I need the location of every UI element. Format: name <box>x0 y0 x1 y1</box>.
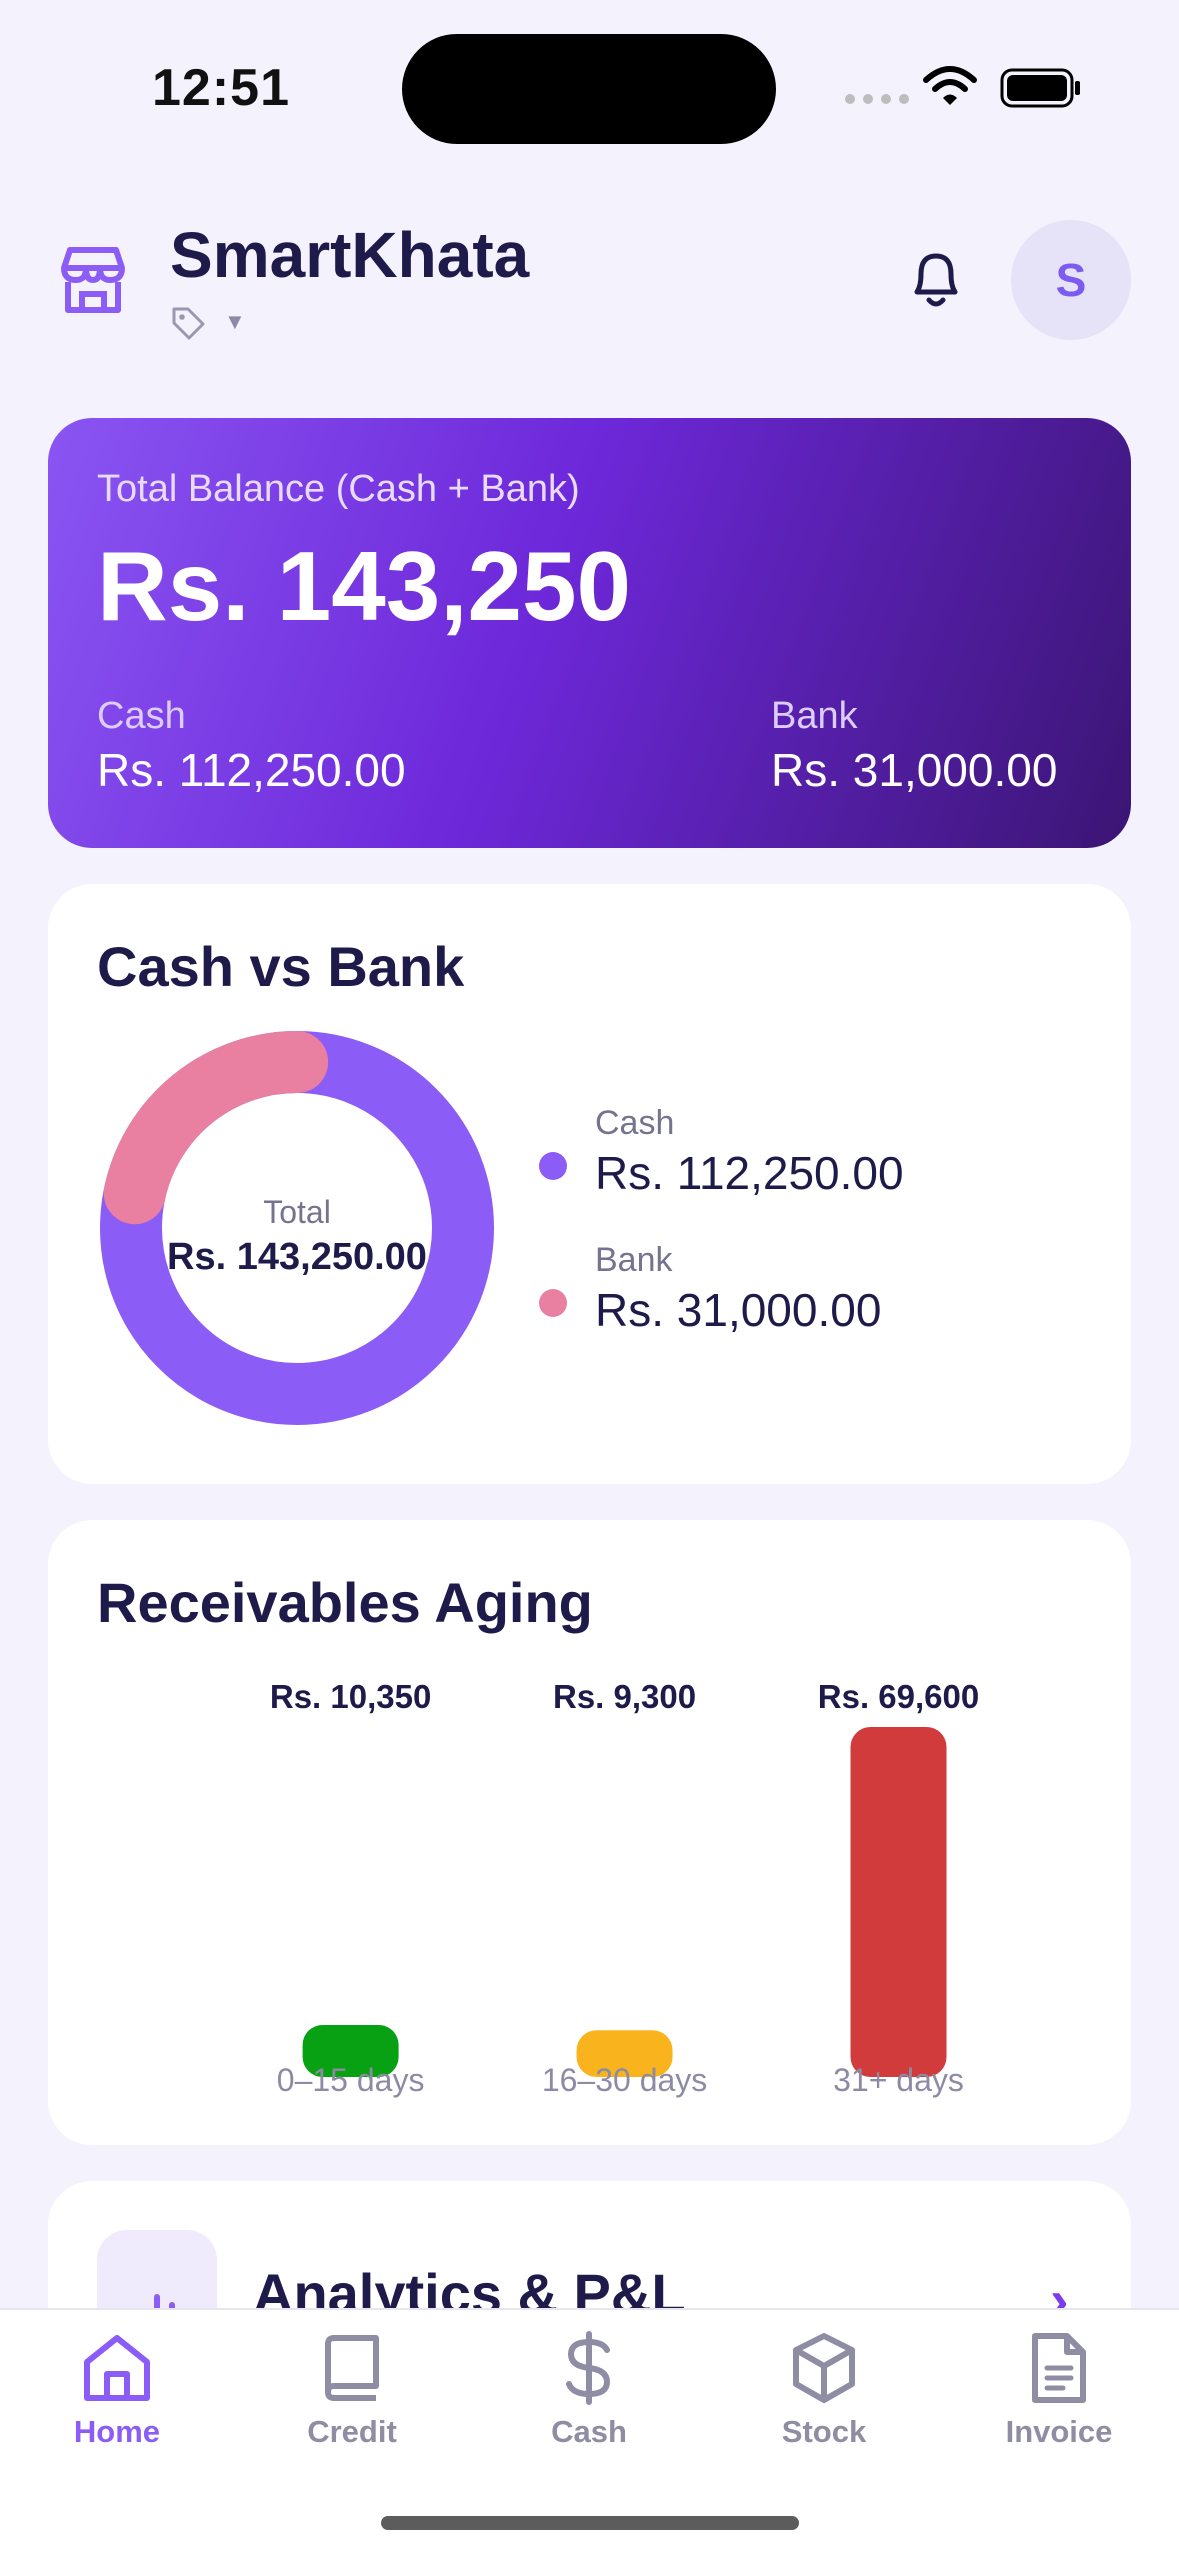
receivables-aging-card: Receivables Aging Rs. 10,350 0–15 days Rs.… <box>48 1520 1131 2145</box>
aging-bar-value-label: Rs. 69,600 <box>818 1678 979 1715</box>
home-indicator <box>381 2516 799 2530</box>
cash-value: Rs. 112,250.00 <box>97 744 406 796</box>
chevron-down-icon[interactable]: ▼ <box>224 309 246 335</box>
bell-icon[interactable] <box>905 246 967 312</box>
aging-bar-category-label: 31+ days <box>833 2062 964 2098</box>
dynamic-island <box>402 34 776 144</box>
nav-invoice-label: Invoice <box>1005 2414 1113 2449</box>
home-icon <box>84 2335 150 2401</box>
aging-bar-category-label: 16–30 days <box>542 2062 707 2098</box>
book-icon <box>325 2335 379 2401</box>
nav-stock[interactable]: Stock <box>724 2330 924 2450</box>
aging-bar-3 <box>850 1727 947 2077</box>
aging-bar-value-label: Rs. 9,300 <box>553 1678 696 1715</box>
bank-label: Bank <box>771 695 858 737</box>
cellular-signal-icon <box>845 94 909 104</box>
wifi-icon <box>923 66 977 105</box>
total-balance-card[interactable]: Total Balance (Cash + Bank) Rs. 143,250 … <box>48 418 1131 848</box>
donut-total-label: Total <box>263 1194 331 1230</box>
cash-vs-bank-title: Cash vs Bank <box>97 935 465 998</box>
nav-credit-label: Credit <box>307 2414 397 2449</box>
legend-cash-dot <box>539 1152 567 1180</box>
battery-icon <box>1000 68 1080 108</box>
receivables-aging-bar-chart: Rs. 10,350 0–15 days Rs. 9,300 16–30 days Rs… <box>270 1678 979 2098</box>
cash-vs-bank-card: Cash vs Bank Total Rs. 143,250.00 Cash R… <box>48 884 1131 1484</box>
document-icon <box>1032 2333 1086 2403</box>
app-title: SmartKhata <box>170 219 530 291</box>
legend-bank-dot <box>539 1289 567 1317</box>
nav-cash[interactable]: Cash <box>489 2330 689 2450</box>
nav-credit[interactable]: Credit <box>252 2330 452 2450</box>
total-balance-label: Total Balance (Cash + Bank) <box>97 468 580 510</box>
nav-cash-label: Cash <box>551 2414 627 2449</box>
bank-value: Rs. 31,000.00 <box>771 744 1058 796</box>
storefront-icon[interactable] <box>56 244 130 316</box>
box-icon <box>793 2333 855 2403</box>
dollar-icon <box>566 2331 611 2405</box>
avatar[interactable]: S <box>1011 220 1131 340</box>
aging-bar-category-label: 0–15 days <box>277 2062 425 2098</box>
legend-bank-value: Rs. 31,000.00 <box>595 1284 882 1336</box>
legend-bank-name: Bank <box>595 1241 673 1279</box>
nav-stock-label: Stock <box>781 2414 867 2449</box>
tag-icon[interactable] <box>170 305 206 341</box>
status-time: 12:51 <box>152 59 290 117</box>
total-balance-amount: Rs. 143,250 <box>97 531 631 641</box>
nav-home-label: Home <box>73 2414 161 2449</box>
cash-label: Cash <box>97 695 186 737</box>
nav-invoice[interactable]: Invoice <box>959 2330 1159 2450</box>
legend-cash-value: Rs. 112,250.00 <box>595 1147 904 1199</box>
donut-total-value: Rs. 143,250.00 <box>167 1236 427 1278</box>
legend-cash-name: Cash <box>595 1104 675 1142</box>
nav-home[interactable]: Home <box>17 2330 217 2450</box>
aging-bar-value-label: Rs. 10,350 <box>270 1678 431 1715</box>
